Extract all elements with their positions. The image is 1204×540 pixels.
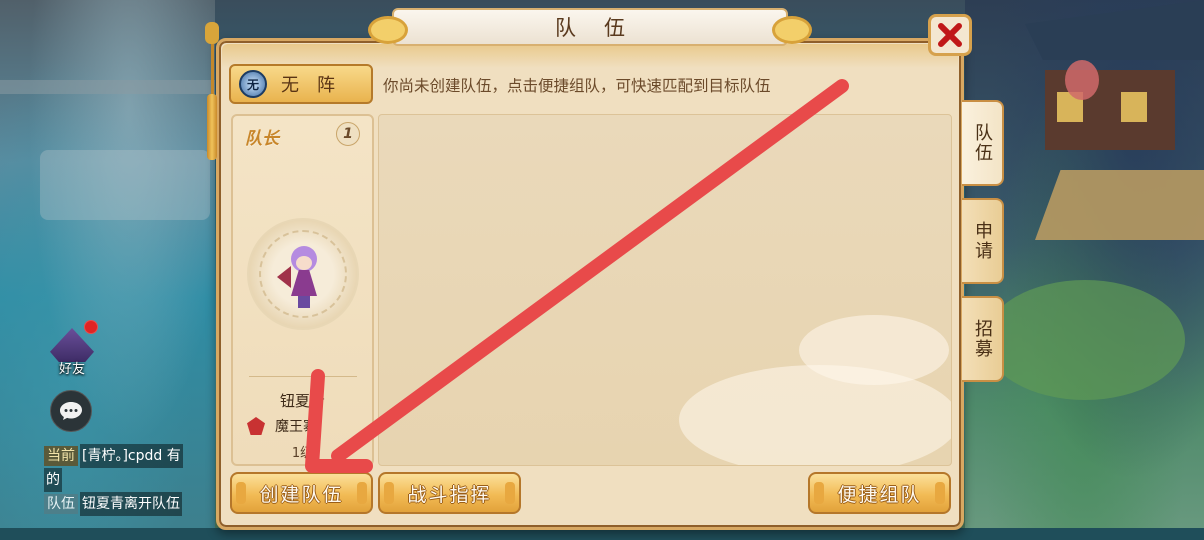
member-card[interactable]: 队长 1 钮夏青 魔王寨 1级 xyxy=(231,114,374,466)
character-sprite xyxy=(277,246,321,308)
chat-channel-tag: 当前 xyxy=(44,446,78,466)
tab-recruit-label: 招募 xyxy=(972,319,993,359)
cloud-decoration xyxy=(799,315,949,385)
chat-line: 当前 [青柠。]cpdd 有 xyxy=(44,444,222,468)
battle-command-button[interactable]: 战斗指挥 xyxy=(378,472,521,514)
formation-button[interactable]: 无 无阵 xyxy=(229,64,373,104)
card-divider xyxy=(249,376,357,377)
quick-team-button[interactable]: 便捷组队 xyxy=(808,472,951,514)
character-dress xyxy=(291,270,317,296)
chat-message: [青柠。]cpdd 有 xyxy=(80,444,183,468)
tab-apply-label: 申请 xyxy=(972,221,993,261)
scene-lantern xyxy=(1065,60,1099,100)
slot-number: 1 xyxy=(336,122,360,146)
member-level: 1级 xyxy=(291,446,314,461)
tassel-ornament xyxy=(205,22,219,162)
chat-message: 钮夏青离开队伍 xyxy=(80,492,182,516)
close-button[interactable] xyxy=(928,14,972,56)
friends-button[interactable]: 好友 xyxy=(48,320,98,378)
member-class-label: 魔王寨 xyxy=(275,419,317,435)
team-hint-text: 你尚未创建队伍，点击便捷组队，可快速匹配到目标队伍 xyxy=(383,77,771,95)
tab-team-label: 队伍 xyxy=(972,123,993,163)
chat-line: 的 xyxy=(44,468,222,492)
formation-badge-icon: 无 xyxy=(239,70,267,98)
chat-line: 队伍 钮夏青离开队伍 xyxy=(44,492,222,516)
member-class: 魔王寨 xyxy=(247,416,317,436)
scene-window xyxy=(1121,92,1147,122)
chat-button[interactable] xyxy=(50,390,92,432)
chat-message: 的 xyxy=(44,468,62,492)
close-x-icon xyxy=(938,23,962,47)
tab-team[interactable]: 队伍 xyxy=(962,100,1004,186)
tab-apply[interactable]: 申请 xyxy=(962,198,1004,284)
tassel-knot xyxy=(205,22,219,44)
tassel-tail xyxy=(207,94,217,160)
tassel-cord xyxy=(211,44,214,94)
chat-bubble-icon xyxy=(60,402,82,420)
create-team-button[interactable]: 创建队伍 xyxy=(230,472,373,514)
chat-log[interactable]: 当前 [青柠。]cpdd 有 的 队伍 钮夏青离开队伍 xyxy=(44,444,222,516)
friends-label: 好友 xyxy=(58,362,85,377)
scene-foliage xyxy=(985,280,1185,400)
panel-title: 队伍 xyxy=(555,16,653,40)
scene-bridge xyxy=(40,150,210,220)
team-content-area xyxy=(378,114,952,466)
scene-railing xyxy=(0,80,215,94)
tab-recruit[interactable]: 招募 xyxy=(962,296,1004,382)
scene-roof xyxy=(1025,0,1204,60)
character-portrait xyxy=(247,218,359,330)
chat-channel-tag: 队伍 xyxy=(44,494,78,514)
faction-icon xyxy=(247,417,265,435)
character-face xyxy=(296,256,312,270)
formation-label: 无阵 xyxy=(281,75,353,96)
member-name: 钮夏青 xyxy=(279,392,325,410)
panel-title-plate: 队伍 xyxy=(368,8,812,46)
leader-label: 队长 xyxy=(245,129,279,149)
scene-straw-roof xyxy=(1035,170,1204,240)
character-legs xyxy=(298,296,310,308)
notification-dot xyxy=(84,320,98,334)
